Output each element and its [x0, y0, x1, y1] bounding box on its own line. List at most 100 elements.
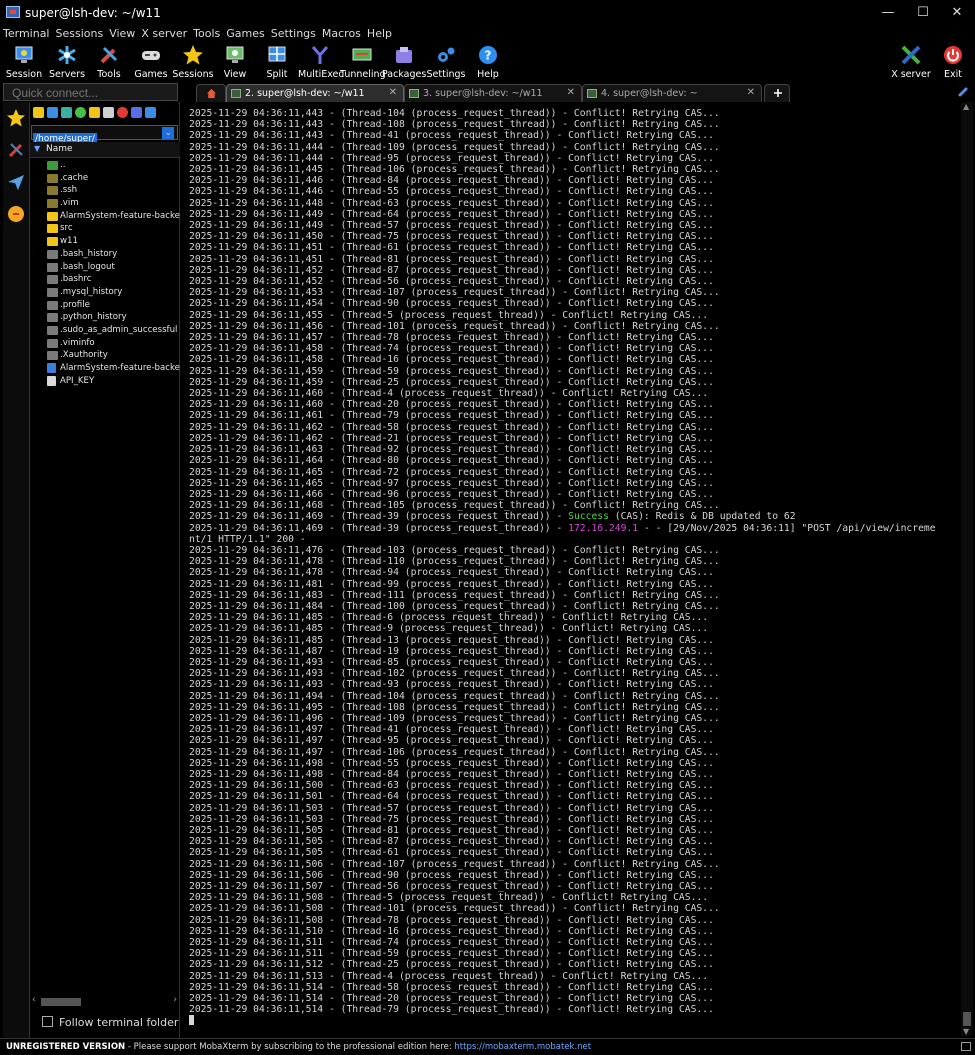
file-item-alarmsystem-folder[interactable]: AlarmSystem-feature-backen...	[30, 210, 180, 223]
scroll-thumb[interactable]	[41, 998, 81, 1006]
scroll-thumb[interactable]	[963, 1012, 971, 1026]
menu-view[interactable]: View	[106, 26, 138, 40]
split-button[interactable]: Split	[255, 42, 299, 82]
close-tab-icon[interactable]: ✕	[389, 87, 397, 98]
tunnel-icon	[352, 48, 372, 61]
quick-connect-input[interactable]	[3, 83, 178, 101]
tools-button[interactable]: Tools	[87, 42, 131, 82]
sidebar-horizontal-scrollbar[interactable]: ‹ ›	[30, 995, 180, 1007]
file-item-sudo-as-admin[interactable]: .sudo_as_admin_successful	[30, 324, 180, 337]
file-item-api-key[interactable]: API_KEY	[30, 375, 180, 388]
monitor-icon	[15, 46, 33, 63]
file-item-ssh[interactable]: .ssh	[30, 184, 180, 197]
terminal-line: 2025-11-29 04:36:11,443 - (Thread-104 (p…	[189, 108, 720, 119]
mobaxterm-link[interactable]: https://mobaxterm.mobatek.net	[454, 1042, 591, 1052]
file-column-header[interactable]: ▼ Name	[30, 142, 180, 158]
terminal-line: 2025-11-29 04:36:11,445 - (Thread-106 (p…	[189, 164, 720, 176]
x-server-icon	[901, 45, 921, 65]
settings-button[interactable]: Settings	[424, 42, 468, 82]
tools-icon[interactable]	[6, 140, 26, 160]
view-button[interactable]: View	[213, 42, 257, 82]
close-tab-icon[interactable]: ✕	[747, 87, 755, 98]
help-button[interactable]: ? Help	[466, 42, 510, 82]
minimize-button[interactable]: —	[871, 0, 905, 26]
download-icon[interactable]	[47, 107, 58, 118]
menu-settings[interactable]: Settings	[268, 26, 319, 40]
file-item-profile[interactable]: .profile	[30, 299, 180, 312]
file-item-mysql-history[interactable]: .mysql_history	[30, 286, 180, 299]
refresh-icon[interactable]	[75, 107, 86, 118]
terminal-line: 2025-11-29 04:36:11,460 - (Thread-4 (pro…	[189, 388, 709, 400]
new-folder-icon[interactable]	[89, 107, 100, 118]
tab-session-3[interactable]: 3. super@lsh-dev: ~/w11 ✕	[404, 84, 582, 102]
star-icon[interactable]	[6, 108, 26, 128]
terminal-folder-icon[interactable]	[145, 107, 156, 118]
menu-tools[interactable]: Tools	[190, 26, 223, 40]
sessions-button[interactable]: Sessions	[171, 42, 215, 82]
terminal-line: 2025-11-29 04:36:11,511 - (Thread-59 (pr…	[189, 948, 714, 960]
attach-icon[interactable]	[957, 86, 969, 98]
maximize-button[interactable]: ☐	[906, 0, 940, 26]
x-server-button[interactable]: X server	[889, 42, 933, 82]
terminal-line: 2025-11-29 04:36:11,446 - (Thread-84 (pr…	[189, 175, 714, 187]
new-tab-button[interactable]	[764, 84, 790, 102]
menu-help[interactable]: Help	[364, 26, 395, 40]
file-icon	[47, 325, 58, 335]
tab-session-4[interactable]: 4. super@lsh-dev: ~ ✕	[582, 84, 762, 102]
file-item-parent[interactable]: ..	[30, 159, 180, 172]
multiexec-button[interactable]: MultiExec	[298, 42, 344, 82]
rename-icon[interactable]	[131, 107, 142, 118]
menu-games[interactable]: Games	[223, 26, 267, 40]
scroll-down-icon[interactable]: ▼	[963, 1027, 969, 1036]
checkbox-box[interactable]	[42, 1016, 53, 1027]
menu-bar: Terminal Sessions View X server Tools Games Se…	[0, 26, 975, 42]
terminal-line: nt/1 HTTP/1.1" 200 -	[189, 533, 306, 545]
games-button[interactable]: Games	[129, 42, 173, 82]
terminal-line: 2025-11-29 04:36:11,476 - (Thread-103 (p…	[189, 544, 720, 556]
file-item-xauthority[interactable]: .Xauthority	[30, 349, 180, 362]
packages-button[interactable]: Packages	[382, 42, 426, 82]
tunneling-button[interactable]: Tunneling	[340, 42, 386, 82]
path-field[interactable]: /home/super/ ⌄	[31, 125, 178, 145]
follow-terminal-folder-label: Follow terminal folder	[59, 1016, 179, 1029]
menu-terminal[interactable]: Terminal	[0, 26, 53, 40]
terminal-output[interactable]: 2025-11-29 04:36:11,443 - (Thread-104 (p…	[182, 102, 961, 1036]
scroll-left-icon[interactable]: ‹	[32, 995, 36, 1005]
file-item-viminfo[interactable]: .viminfo	[30, 337, 180, 350]
scroll-up-icon[interactable]: ▲	[963, 102, 969, 111]
file-item-w11[interactable]: w11	[30, 235, 180, 248]
file-item-python-history[interactable]: .python_history	[30, 311, 180, 324]
terminal-scrollbar[interactable]: ▲ ▼	[961, 102, 973, 1036]
menu-x-server[interactable]: X server	[138, 26, 190, 40]
exit-button[interactable]: Exit	[931, 42, 975, 82]
file-item-cache[interactable]: .cache	[30, 172, 180, 185]
terminal-line: 2025-11-29 04:36:11,485 - (Thread-9 (pro…	[189, 623, 709, 635]
upload-icon[interactable]	[61, 107, 72, 118]
file-item-bash-logout[interactable]: .bash_logout	[30, 261, 180, 274]
file-item-vim[interactable]: .vim	[30, 197, 180, 210]
file-item-src[interactable]: src	[30, 222, 180, 235]
close-button[interactable]: ✕	[940, 0, 974, 26]
delete-icon[interactable]	[117, 107, 128, 118]
scroll-right-icon[interactable]: ›	[173, 995, 177, 1005]
file-item-bash-history[interactable]: .bash_history	[30, 248, 180, 261]
file-item-alarmsystem-zip[interactable]: AlarmSystem-feature-backen...	[30, 362, 180, 375]
send-icon[interactable]	[6, 172, 26, 192]
new-file-icon[interactable]	[103, 107, 114, 118]
close-tab-icon[interactable]: ✕	[567, 87, 575, 98]
menu-macros[interactable]: Macros	[319, 26, 364, 40]
terminal-line: 2025-11-29 04:36:11,458 - (Thread-16 (pr…	[189, 354, 714, 366]
chevron-down-icon[interactable]: ⌄	[162, 127, 174, 139]
terminal-line: 2025-11-29 04:36:11,495 - (Thread-108 (p…	[189, 701, 720, 713]
tab-session-2[interactable]: 2. super@lsh-dev: ~/w11 ✕	[226, 84, 404, 102]
menu-sessions[interactable]: Sessions	[53, 26, 107, 40]
home-tab[interactable]	[196, 84, 226, 102]
follow-terminal-folder-checkbox[interactable]: Follow terminal folder	[42, 1016, 178, 1029]
folder-up-icon[interactable]	[33, 107, 44, 118]
session-button[interactable]: Session	[2, 42, 46, 82]
terminal-prompt-line	[189, 1015, 936, 1027]
servers-button[interactable]: Servers	[45, 42, 89, 82]
file-item-bashrc[interactable]: .bashrc	[30, 273, 180, 286]
terminal-line: 2025-11-29 04:36:11,462 - (Thread-58 (pr…	[189, 421, 714, 433]
macro-icon[interactable]	[6, 204, 26, 224]
